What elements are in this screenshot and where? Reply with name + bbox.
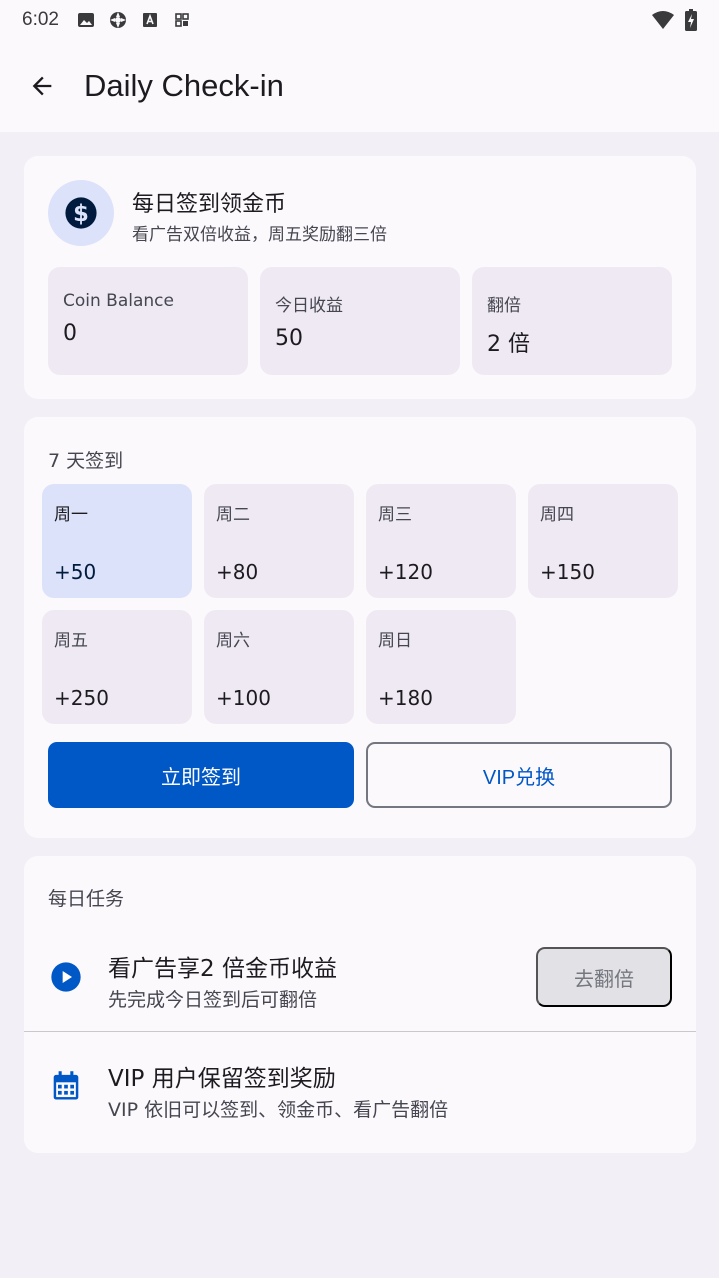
day-tile-mon[interactable]: 周一 +50 (42, 484, 192, 598)
back-button[interactable] (26, 70, 58, 102)
vip-redeem-button[interactable]: VIP兑换 (366, 742, 672, 808)
font-icon (142, 13, 157, 27)
day-reward: +250 (54, 686, 109, 710)
stat-value: 50 (275, 326, 303, 351)
settings-cog-icon (109, 12, 126, 28)
grid-icon (175, 13, 189, 27)
wifi-icon (652, 11, 674, 29)
arrow-back-icon (32, 76, 52, 96)
day-reward: +100 (216, 686, 271, 710)
day-reward: +180 (378, 686, 433, 710)
day-name: 周三 (378, 505, 412, 525)
day-name: 周六 (216, 631, 250, 651)
day-name: 周二 (216, 505, 250, 525)
coin-avatar: $ (48, 180, 114, 246)
day-name: 周四 (540, 505, 574, 525)
stat-multiplier: 翻倍 2 倍 (472, 267, 672, 375)
status-time: 6:02 (22, 9, 59, 30)
day-name: 周五 (54, 631, 88, 651)
checkin-card: 7 天签到 周一 +50 周二 +80 周三 +120 周四 +150 周五 +… (24, 417, 696, 838)
page-title: Daily Check-in (84, 68, 284, 103)
daily-tasks-card: 每日任务 看广告享2 倍金币收益 先完成今日签到后可翻倍 去翻倍 VIP 用户保… (24, 856, 696, 1153)
play-circle-icon (51, 962, 81, 992)
stat-label: 今日收益 (275, 296, 343, 316)
stat-today-earnings: 今日收益 50 (260, 267, 460, 375)
day-tile-sun[interactable]: 周日 +180 (366, 610, 516, 724)
task-ad-subtitle: 先完成今日签到后可翻倍 (108, 989, 318, 1011)
tasks-title: 每日任务 (48, 888, 125, 910)
divider (24, 1031, 696, 1032)
checkin-now-button[interactable]: 立即签到 (48, 742, 354, 808)
svg-text:$: $ (73, 201, 89, 227)
summary-subtitle: 看广告双倍收益，周五奖励翻三倍 (132, 225, 387, 245)
double-reward-button[interactable]: 去翻倍 (536, 947, 672, 1007)
stat-value: 2 倍 (487, 332, 530, 357)
day-reward: +150 (540, 560, 595, 584)
day-name: 周一 (54, 505, 88, 525)
image-icon (77, 13, 94, 27)
stat-label: Coin Balance (63, 291, 174, 311)
day-reward: +50 (54, 560, 97, 584)
stat-value: 0 (63, 321, 77, 346)
checkin-title: 7 天签到 (48, 450, 124, 472)
day-tile-tue[interactable]: 周二 +80 (204, 484, 354, 598)
summary-title: 每日签到领金币 (132, 192, 287, 217)
status-right-icons (651, 9, 697, 31)
task-vip-subtitle: VIP 依旧可以签到、领金币、看广告翻倍 (108, 1099, 449, 1121)
day-name: 周日 (378, 631, 412, 651)
battery-icon (685, 9, 697, 31)
app-bar: Daily Check-in (0, 40, 719, 132)
day-reward: +120 (378, 560, 433, 584)
task-ad-title: 看广告享2 倍金币收益 (108, 956, 337, 982)
stat-coin-balance: Coin Balance 0 (48, 267, 248, 375)
summary-card: $ 每日签到领金币 看广告双倍收益，周五奖励翻三倍 Coin Balance 0… (24, 156, 696, 399)
dollar-coin-icon: $ (65, 197, 97, 229)
day-tile-wed[interactable]: 周三 +120 (366, 484, 516, 598)
task-vip-icon-wrap (50, 1070, 82, 1102)
status-left-icons (77, 11, 191, 29)
day-reward: +80 (216, 560, 259, 584)
status-bar: 6:02 (0, 0, 719, 40)
day-tile-sat[interactable]: 周六 +100 (204, 610, 354, 724)
calendar-icon (53, 1071, 79, 1100)
task-ad-icon-wrap (50, 961, 82, 993)
task-vip-title: VIP 用户保留签到奖励 (108, 1066, 336, 1092)
day-tile-fri[interactable]: 周五 +250 (42, 610, 192, 724)
stat-label: 翻倍 (487, 296, 521, 316)
day-tile-thu[interactable]: 周四 +150 (528, 484, 678, 598)
